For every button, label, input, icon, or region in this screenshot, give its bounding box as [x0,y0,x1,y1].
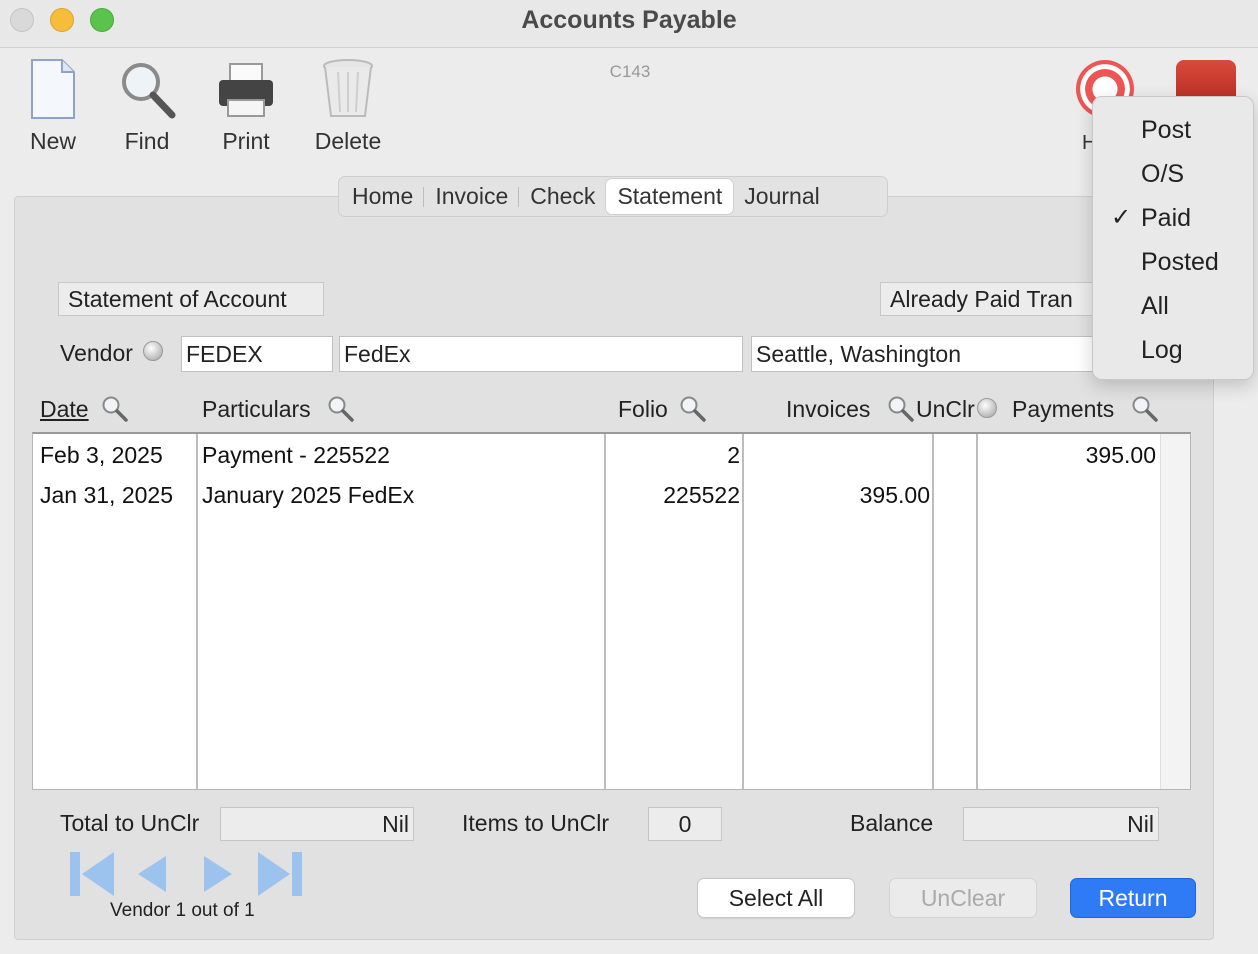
section-title: Statement of Account [58,282,324,316]
form-code: C143 [609,62,651,81]
window-titlebar: Accounts Payable [0,0,1258,48]
print-label: Print [222,128,270,154]
unclear-button[interactable]: UnClear [889,878,1037,918]
menu-item-log[interactable]: Log [1093,330,1253,370]
col-payments[interactable]: Payments [1012,396,1114,423]
cell-folio: 225522 [663,482,740,508]
menu-item-all[interactable]: All [1093,286,1253,326]
balance-label: Balance [850,810,934,836]
printer-icon [219,63,273,117]
items-unclr-field: 0 [648,807,722,841]
menu-item-paid-label: Paid [1141,204,1192,232]
find-magnifier-icon [122,63,176,119]
find-button[interactable]: Find [114,58,180,155]
delete-button[interactable]: Delete [308,58,388,155]
cell-folio: 2 [727,442,740,468]
vendor-label: Vendor [60,340,133,366]
tab-bar: Home Invoice Check Statement Journal [338,176,888,217]
return-button[interactable]: Return [1070,878,1196,918]
print-button[interactable]: Print [214,58,278,155]
column-divider [742,434,744,789]
last-record-icon[interactable] [256,850,304,898]
new-button[interactable]: New [20,58,86,155]
vendor-radio[interactable] [143,341,163,361]
col-folio[interactable]: Folio [618,396,668,423]
sort-magnifier-icon[interactable] [678,394,706,422]
unclr-select-radio[interactable] [977,398,997,418]
vendor-location-field[interactable]: Seattle, Washington [751,336,1111,372]
filter-dropdown-menu: Post O/S ✓ Paid Posted All Log [1092,96,1254,380]
select-all-button[interactable]: Select All [697,878,855,918]
cell-date: Jan 31, 2025 [40,482,174,508]
menu-item-paid[interactable]: ✓ Paid [1093,198,1253,238]
window-title: Accounts Payable [521,6,737,34]
balance-field: Nil [963,807,1159,841]
new-document-icon [31,59,75,119]
grid-scrollbar[interactable] [1160,434,1190,789]
column-divider [932,434,934,789]
transactions-grid[interactable]: Feb 3, 2025 Payment - 225522 2 395.00 Ja… [32,432,1191,790]
new-label: New [29,128,76,154]
first-record-icon[interactable] [68,850,116,898]
total-unclr-label: Total to UnClr [60,810,200,836]
col-invoices[interactable]: Invoices [786,396,870,423]
cell-particulars: January 2025 FedEx [202,482,415,508]
sort-magnifier-icon[interactable] [100,394,128,422]
delete-label: Delete [314,128,382,154]
sort-magnifier-icon[interactable] [1130,394,1158,422]
tab-check[interactable]: Check [519,179,606,214]
tab-statement[interactable]: Statement [606,179,734,214]
sort-magnifier-icon[interactable] [886,394,914,422]
col-particulars[interactable]: Particulars [202,396,311,423]
vendor-name-field[interactable]: FedEx [339,336,743,372]
menu-item-posted[interactable]: Posted [1093,242,1253,282]
col-unclr[interactable]: UnClr [916,396,976,423]
col-date[interactable]: Date [40,396,89,423]
previous-record-icon[interactable] [136,850,168,898]
cell-date: Feb 3, 2025 [40,442,163,468]
tab-invoice[interactable]: Invoice [424,179,520,214]
filter-popup-button[interactable]: Already Paid Tran [880,282,1110,316]
column-divider [604,434,606,789]
cell-payments: 395.00 [1085,442,1156,468]
trash-icon [323,59,373,117]
menu-item-os[interactable]: O/S [1093,154,1253,194]
items-unclr-label: Items to UnClr [462,810,609,836]
tab-home[interactable]: Home [341,179,425,214]
tab-journal[interactable]: Journal [733,179,830,214]
next-record-icon[interactable] [202,850,234,898]
cell-invoices: 395.00 [859,482,930,508]
cell-particulars: Payment - 225522 [202,442,390,468]
column-divider [976,434,978,789]
column-divider [196,434,198,789]
sort-magnifier-icon[interactable] [326,394,354,422]
find-label: Find [124,128,170,154]
checkmark-icon: ✓ [1111,204,1132,231]
vendor-code-field[interactable]: FEDEX [181,336,333,372]
menu-item-post[interactable]: Post [1093,110,1253,150]
record-position-label: Vendor 1 out of 1 [110,900,255,921]
total-unclr-field: Nil [220,807,414,841]
